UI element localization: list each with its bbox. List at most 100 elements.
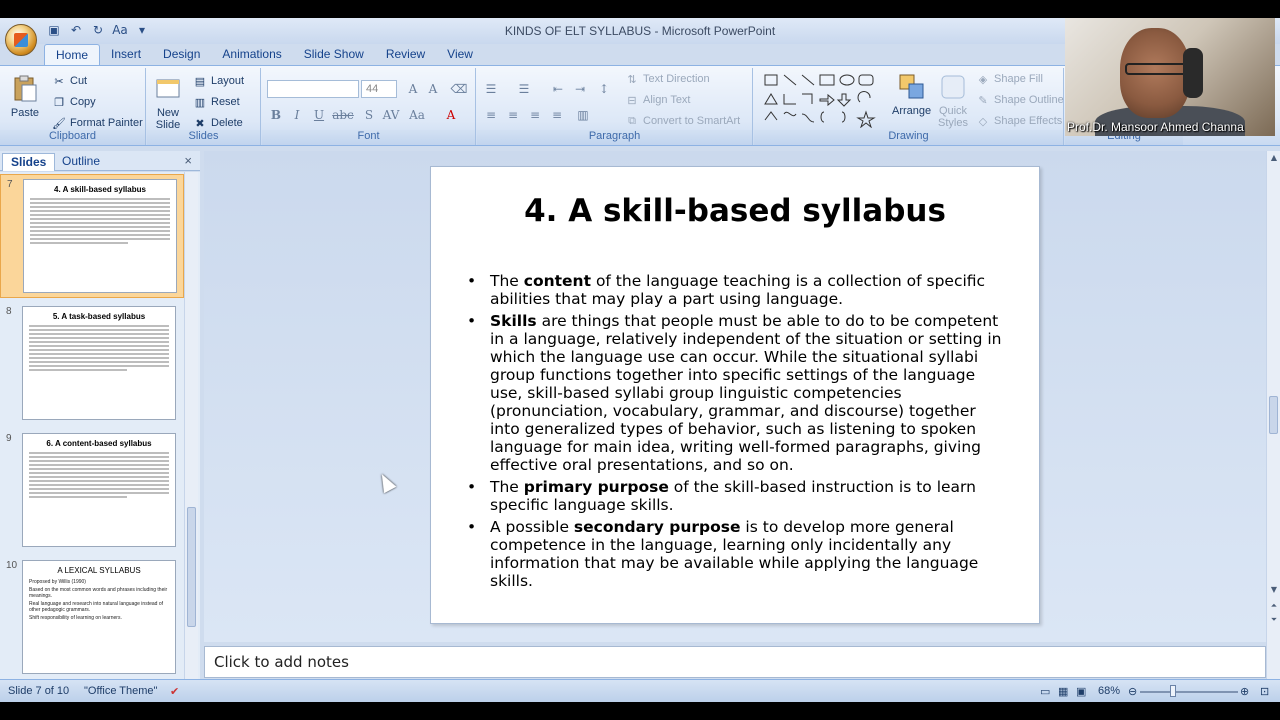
reset-button[interactable]: ▥ Reset bbox=[193, 95, 240, 109]
zoom-slider-knob[interactable] bbox=[1170, 685, 1176, 697]
increase-indent-icon[interactable]: ⇥ bbox=[571, 80, 589, 98]
clear-formatting-icon[interactable]: ⌫ bbox=[450, 80, 468, 98]
slide-counter: Slide 7 of 10 bbox=[8, 685, 70, 697]
scrollbar-thumb[interactable] bbox=[1269, 396, 1278, 434]
thumbnail-title: A LEXICAL SYLLABUS bbox=[57, 566, 141, 575]
font-family-combo[interactable] bbox=[267, 80, 359, 98]
next-slide-icon[interactable]: ⏷ bbox=[1269, 615, 1279, 627]
close-icon[interactable]: × bbox=[184, 153, 192, 168]
zoom-slider[interactable] bbox=[1140, 691, 1238, 693]
font-color-icon[interactable]: A bbox=[442, 106, 460, 124]
normal-view-icon[interactable]: ▭ bbox=[1040, 685, 1050, 698]
slide-thumbnail-7[interactable]: 7 4. A skill-based syllabus bbox=[0, 174, 184, 298]
convert-smartart-button[interactable]: ⧉ Convert to SmartArt bbox=[625, 114, 740, 128]
shape-fill-button[interactable]: ◈ Shape Fill bbox=[976, 72, 1043, 86]
format-painter-button[interactable]: 🖌 Format Painter bbox=[52, 116, 143, 130]
align-right-icon[interactable]: ≡ bbox=[526, 106, 544, 124]
char-spacing-icon[interactable]: AV bbox=[382, 106, 400, 124]
current-slide[interactable]: 4. A skill-based syllabus The content of… bbox=[430, 166, 1040, 624]
fit-to-window-icon[interactable]: ⊡ bbox=[1260, 685, 1269, 698]
zoom-out-icon[interactable]: ⊖ bbox=[1128, 685, 1137, 698]
bullets-icon[interactable]: ☰ bbox=[482, 80, 500, 98]
slide-sorter-icon[interactable]: ▦ bbox=[1058, 685, 1068, 698]
bullet-item: The primary purpose of the skill-based i… bbox=[466, 478, 1006, 514]
bullet-item: Skills are things that people must be ab… bbox=[466, 312, 1006, 474]
slide-title[interactable]: 4. A skill-based syllabus bbox=[431, 193, 1039, 229]
bullet-item: A possible secondary purpose is to devel… bbox=[466, 518, 1006, 590]
tab-home[interactable]: Home bbox=[44, 44, 101, 66]
scissors-icon: ✂ bbox=[54, 75, 64, 88]
slide-thumbnail-10[interactable]: 10 A LEXICAL SYLLABUS Proposed by Willis… bbox=[0, 556, 184, 679]
scroll-down-icon[interactable]: ▼ bbox=[1269, 585, 1279, 597]
numbering-icon[interactable]: ☰ bbox=[515, 80, 533, 98]
tab-design[interactable]: Design bbox=[152, 44, 211, 66]
notes-pane[interactable]: Click to add notes bbox=[204, 646, 1266, 678]
tab-review[interactable]: Review bbox=[375, 44, 436, 66]
paint-bucket-icon: ◈ bbox=[978, 73, 988, 86]
tab-view[interactable]: View bbox=[436, 44, 484, 66]
shape-outline-button[interactable]: ✎ Shape Outline bbox=[976, 93, 1063, 107]
tab-slide-show[interactable]: Slide Show bbox=[293, 44, 375, 66]
scrollbar-thumb[interactable] bbox=[187, 507, 196, 627]
webcam-overlay: Prof.Dr. Mansoor Ahmed Channa bbox=[1065, 18, 1275, 136]
theme-name: "Office Theme" bbox=[84, 685, 158, 697]
zoom-level[interactable]: 68% bbox=[1098, 685, 1120, 697]
copy-button[interactable]: ❐ Copy bbox=[52, 95, 96, 109]
align-left-icon[interactable]: ≡ bbox=[482, 106, 500, 124]
shape-effects-button[interactable]: ◇ Shape Effects bbox=[976, 114, 1063, 128]
editor-scrollbar[interactable]: ▲ ▼ ⏶ ⏷ bbox=[1266, 151, 1280, 679]
thumbnail-preview: 4. A skill-based syllabus bbox=[23, 179, 177, 293]
status-bar: Slide 7 of 10 "Office Theme" ✔ ▭ ▦ ▣ 68%… bbox=[0, 679, 1280, 702]
tab-slides[interactable]: Slides bbox=[2, 153, 56, 171]
columns-icon[interactable]: ▥ bbox=[574, 106, 592, 124]
headset-icon bbox=[1183, 48, 1203, 98]
new-slide-button[interactable]: New Slide bbox=[153, 74, 183, 131]
office-button[interactable] bbox=[5, 24, 37, 56]
slide-thumbnail-9[interactable]: 9 6. A content-based syllabus bbox=[0, 429, 184, 553]
slides-pane-tabs: Slides Outline × bbox=[0, 151, 200, 171]
line-spacing-icon[interactable]: ↕ bbox=[595, 80, 613, 98]
quick-styles-button[interactable]: Quick Styles bbox=[938, 72, 968, 129]
grow-font-icon[interactable]: A bbox=[404, 80, 422, 98]
shapes-gallery-icon[interactable] bbox=[762, 72, 882, 128]
paragraph-group-label: Paragraph bbox=[477, 130, 752, 145]
italic-icon[interactable]: I bbox=[288, 106, 306, 124]
paste-button[interactable]: Paste bbox=[10, 74, 40, 119]
cut-button[interactable]: ✂ Cut bbox=[52, 74, 87, 88]
align-center-icon[interactable]: ≡ bbox=[504, 106, 522, 124]
text-direction-icon: ⇅ bbox=[627, 73, 637, 86]
underline-icon[interactable]: U bbox=[310, 106, 328, 124]
ribbon-tabs: Home Insert Design Animations Slide Show… bbox=[44, 44, 484, 66]
effects-icon: ◇ bbox=[978, 115, 988, 128]
strikethrough-icon[interactable]: abc bbox=[332, 106, 354, 124]
arrange-button[interactable]: Arrange bbox=[892, 72, 931, 117]
justify-icon[interactable]: ≡ bbox=[548, 106, 566, 124]
slide-number: 8 bbox=[6, 306, 12, 317]
tab-outline[interactable]: Outline bbox=[54, 153, 108, 171]
font-size-combo[interactable]: 44 bbox=[361, 80, 397, 98]
change-case-icon[interactable]: Aa bbox=[408, 106, 426, 124]
shadow-icon[interactable]: S bbox=[360, 106, 378, 124]
align-text-button[interactable]: ⊟ Align Text bbox=[625, 93, 690, 107]
previous-slide-icon[interactable]: ⏶ bbox=[1269, 601, 1279, 613]
slides-pane-scrollbar[interactable] bbox=[184, 172, 198, 679]
decrease-indent-icon[interactable]: ⇤ bbox=[549, 80, 567, 98]
bold-icon[interactable]: B bbox=[267, 106, 285, 124]
thumbnail-text: Proposed by Willis (1990) bbox=[29, 579, 86, 585]
bullet-item: The content of the language teaching is … bbox=[466, 272, 1006, 308]
delete-slide-button[interactable]: ✖ Delete bbox=[193, 116, 242, 130]
copy-icon: ❐ bbox=[54, 96, 64, 109]
font-group-label: Font bbox=[262, 130, 475, 145]
spelling-check-icon[interactable]: ✔ bbox=[170, 685, 179, 698]
tab-animations[interactable]: Animations bbox=[211, 44, 292, 66]
zoom-in-icon[interactable]: ⊕ bbox=[1240, 685, 1249, 698]
text-direction-button[interactable]: ⇅ Text Direction bbox=[625, 72, 709, 86]
slide-thumbnail-8[interactable]: 8 5. A task-based syllabus bbox=[0, 302, 184, 426]
scroll-up-icon[interactable]: ▲ bbox=[1269, 153, 1279, 165]
slideshow-view-icon[interactable]: ▣ bbox=[1076, 685, 1086, 698]
slide-body[interactable]: The content of the language teaching is … bbox=[466, 272, 1006, 594]
shrink-font-icon[interactable]: A bbox=[424, 80, 442, 98]
glasses bbox=[1125, 63, 1187, 75]
layout-button[interactable]: ▤ Layout bbox=[193, 74, 244, 88]
tab-insert[interactable]: Insert bbox=[100, 44, 152, 66]
